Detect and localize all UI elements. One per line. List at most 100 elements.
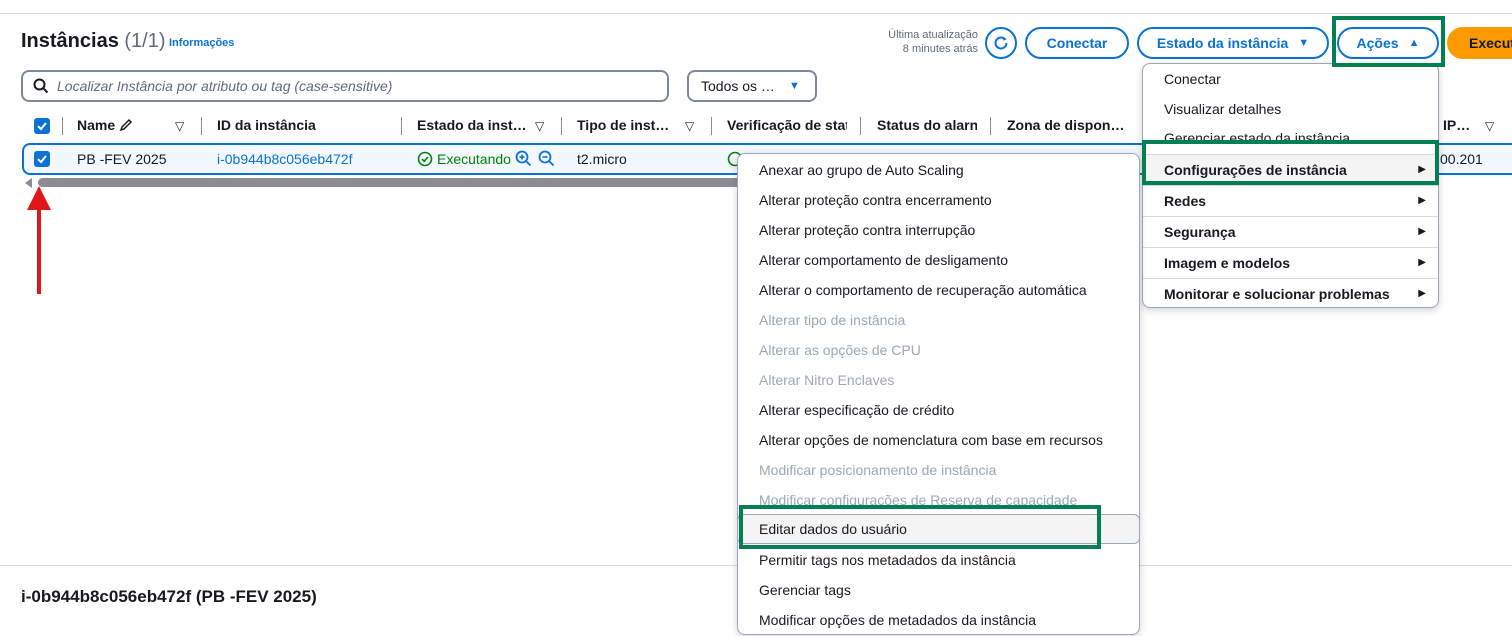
column-availability-zone[interactable]: Zona de dispon…: [1007, 117, 1127, 133]
last-update: Última atualização 8 minutes atrás: [888, 28, 978, 56]
zoom-in-icon[interactable]: [515, 150, 532, 167]
sort-icon[interactable]: ▽: [685, 119, 694, 133]
menu-item-networking[interactable]: Redes ▶: [1143, 185, 1438, 215]
caret-down-icon: ▼: [1298, 37, 1310, 49]
page-title-text: Instâncias: [21, 30, 119, 52]
sort-icon[interactable]: ▽: [1485, 119, 1494, 133]
submenu-item-metadata-tags[interactable]: Permitir tags nos metadados da instância: [738, 545, 1139, 575]
submenu-item-placement: Modificar posicionamento de instância: [759, 462, 997, 478]
search-bar: [21, 70, 669, 102]
submenu-item-stop-protection[interactable]: Alterar proteção contra interrupção: [738, 215, 1139, 245]
select-all-checkbox[interactable]: [34, 118, 50, 134]
refresh-button[interactable]: [985, 27, 1017, 59]
submenu-item-cpu-options: Alterar as opções de CPU: [759, 342, 921, 358]
sort-icon[interactable]: ▽: [175, 119, 184, 133]
edit-icon: [119, 118, 133, 132]
search-input[interactable]: [57, 78, 647, 94]
state-text: Executando: [437, 151, 511, 167]
menu-item-security[interactable]: Segurança ▶: [1143, 216, 1438, 246]
connect-button[interactable]: Conectar: [1025, 27, 1129, 59]
submenu-item-resource-naming[interactable]: Alterar opções de nomenclatura com base …: [738, 425, 1139, 455]
submenu-item-shutdown-behavior[interactable]: Alterar comportamento de desligamento: [738, 245, 1139, 275]
check-circle-icon: [417, 151, 433, 167]
cell-instance-id-link[interactable]: i-0b944b8c056eb472f: [217, 151, 352, 167]
caret-right-icon: ▶: [1418, 195, 1426, 206]
connect-button-label: Conectar: [1046, 35, 1108, 51]
column-divider: [860, 117, 861, 135]
check-icon: [37, 155, 47, 164]
top-divider: [0, 13, 1512, 14]
menu-item-instance-settings[interactable]: Configurações de instância ▶: [1143, 154, 1438, 184]
menu-item-label: Configurações de instância: [1164, 161, 1347, 178]
check-icon: [37, 122, 47, 131]
menu-item-view-details[interactable]: Visualizar detalhes: [1143, 94, 1438, 124]
actions-menu: Conectar Visualizar detalhes Gerenciar e…: [1142, 63, 1439, 308]
state-filter-select[interactable]: Todos os … ▼: [687, 70, 817, 102]
submenu-item-termination-protection[interactable]: Alterar proteção contra encerramento: [738, 185, 1139, 215]
caret-right-icon: ▶: [1418, 288, 1426, 299]
instance-count: (1/1): [124, 30, 166, 52]
column-alarm-status[interactable]: Status do alarn: [877, 117, 977, 133]
sort-icon[interactable]: ▽: [535, 119, 544, 133]
caret-up-icon: ▲: [1408, 37, 1420, 49]
caret-right-icon: ▶: [1418, 226, 1426, 237]
column-instance-id[interactable]: ID da instância: [217, 117, 316, 133]
menu-item-image-templates[interactable]: Imagem e modelos ▶: [1143, 247, 1438, 277]
refresh-icon: [994, 36, 1008, 50]
column-ip[interactable]: IP…: [1443, 117, 1470, 133]
caret-right-icon: ▶: [1418, 164, 1426, 175]
details-title: i-0b944b8c056eb472f (PB -FEV 2025): [21, 587, 317, 606]
instance-settings-submenu: Anexar ao grupo de Auto Scaling Alterar …: [737, 153, 1140, 635]
menu-item-label: Gerenciar estado da instância: [1164, 130, 1350, 146]
column-state[interactable]: Estado da inst…: [417, 117, 529, 133]
search-icon: [33, 78, 49, 94]
column-divider: [201, 117, 202, 135]
last-update-value: 8 minutes atrás: [902, 43, 978, 55]
annotation-arrow-shaft: [37, 206, 41, 294]
menu-item-label: Visualizar detalhes: [1164, 101, 1282, 117]
menu-item-label: Monitorar e solucionar problemas: [1164, 285, 1390, 302]
instance-state-button[interactable]: Estado da instância ▼: [1137, 27, 1329, 59]
submenu-item-manage-tags[interactable]: Gerenciar tags: [738, 575, 1139, 605]
submenu-item-metadata-options[interactable]: Modificar opções de metadados da instânc…: [738, 605, 1139, 635]
submenu-item-change-instance-type: Alterar tipo de instância: [759, 312, 906, 328]
menu-item-connect[interactable]: Conectar: [1143, 64, 1438, 94]
state-filter-value: Todos os …: [701, 78, 775, 94]
actions-button[interactable]: Ações ▲: [1337, 27, 1439, 59]
menu-item-label: Conectar: [1164, 71, 1221, 87]
instance-state-label: Estado da instância: [1156, 35, 1289, 51]
column-divider: [401, 117, 402, 135]
submenu-item-attach-asg[interactable]: Anexar ao grupo de Auto Scaling: [738, 155, 1139, 185]
column-name-label: Name: [77, 117, 116, 133]
column-divider: [711, 117, 712, 135]
column-type[interactable]: Tipo de inst…: [577, 117, 680, 133]
menu-item-monitor-troubleshoot[interactable]: Monitorar e solucionar problemas ▶: [1143, 278, 1438, 307]
zoom-out-icon[interactable]: [538, 150, 555, 167]
column-name[interactable]: Name: [77, 117, 133, 133]
submenu-item-capacity-reservation: Modificar configurações de Reserva de ca…: [759, 492, 1078, 508]
column-status-check[interactable]: Verificação de stat: [727, 117, 847, 133]
menu-item-manage-state[interactable]: Gerenciar estado da instância: [1143, 124, 1438, 152]
menu-item-label: Segurança: [1164, 223, 1236, 240]
launch-button-label: Execut: [1469, 35, 1512, 51]
submenu-item-edit-user-data[interactable]: Editar dados do usuário: [737, 514, 1140, 544]
menu-item-label: Imagem e modelos: [1164, 254, 1291, 271]
submenu-item-credit-specification[interactable]: Alterar especificação de crédito: [738, 395, 1139, 425]
cell-ip: 00.201: [1440, 151, 1483, 167]
actions-button-label: Ações: [1356, 35, 1399, 51]
menu-item-label: Redes: [1164, 192, 1207, 209]
launch-instance-button[interactable]: Execut: [1447, 27, 1512, 59]
column-divider: [990, 117, 991, 135]
cell-type: t2.micro: [577, 151, 627, 167]
last-update-label: Última atualização: [888, 29, 978, 41]
horizontal-scrollbar[interactable]: [38, 178, 748, 187]
column-divider: [561, 117, 562, 135]
caret-down-icon: ▼: [788, 80, 800, 92]
cell-state: Executando: [417, 151, 511, 167]
caret-right-icon: ▶: [1418, 257, 1426, 268]
row-checkbox[interactable]: [34, 151, 50, 167]
submenu-item-auto-recovery[interactable]: Alterar o comportamento de recuperação a…: [738, 275, 1139, 305]
info-link[interactable]: Informações: [169, 37, 234, 49]
page-title: Instâncias (1/1): [21, 30, 166, 53]
cell-name: PB -FEV 2025: [77, 151, 167, 167]
